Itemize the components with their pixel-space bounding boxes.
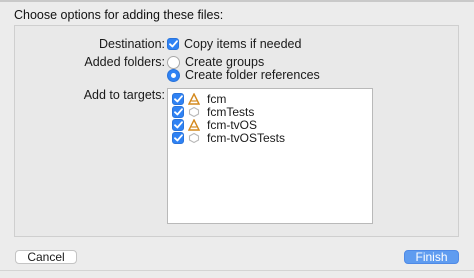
list-item[interactable]: fcm-tvOS: [172, 118, 257, 132]
create-groups-radio[interactable]: [167, 55, 180, 69]
target-checkbox[interactable]: [172, 132, 184, 144]
options-panel: Destination: Copy items if needed Added …: [14, 25, 459, 237]
list-item[interactable]: fcm: [172, 92, 226, 106]
target-name: fcm: [207, 92, 227, 106]
target-name: fcm-tvOS: [207, 118, 257, 132]
copy-items-label: Copy items if needed: [184, 37, 302, 51]
add-to-targets-label: Add to targets:: [83, 88, 165, 102]
destination-label: Destination:: [98, 37, 165, 51]
create-groups-label: Create groups: [185, 55, 265, 69]
target-name: fcm-tvOSTests: [207, 131, 286, 145]
target-checkbox[interactable]: [172, 119, 184, 131]
radio-dot: [171, 72, 176, 78]
add-files-sheet: Choose options for adding these files: D…: [0, 0, 474, 278]
copy-items-checkbox[interactable]: [167, 38, 179, 50]
target-checkbox[interactable]: [172, 93, 184, 105]
test-bundle-icon: [188, 106, 200, 118]
sheet-top-edge: [0, 0, 474, 2]
create-groups-radio-row[interactable]: Create groups: [167, 55, 264, 69]
sheet-bottom-divider: [0, 270, 474, 271]
checkmark-icon: [168, 40, 178, 48]
target-name: fcmTests: [207, 105, 255, 119]
added-folders-label: Added folders:: [84, 55, 165, 69]
target-checkbox[interactable]: [172, 106, 184, 118]
copy-items-checkbox-row[interactable]: Copy items if needed: [167, 37, 301, 51]
cancel-button[interactable]: Cancel: [15, 250, 77, 264]
app-icon: [188, 93, 200, 105]
finish-button[interactable]: Finish: [404, 250, 459, 264]
create-folder-references-label: Create folder references: [185, 68, 320, 82]
create-folder-references-radio[interactable]: [167, 68, 180, 82]
create-folder-references-radio-row[interactable]: Create folder references: [167, 68, 320, 82]
checkmark-icon: [173, 95, 183, 103]
checkmark-icon: [173, 108, 183, 116]
list-item[interactable]: fcm-tvOSTests: [172, 131, 285, 145]
checkmark-icon: [173, 134, 183, 142]
list-item[interactable]: fcmTests: [172, 105, 254, 119]
test-bundle-icon: [188, 132, 200, 144]
checkmark-icon: [173, 121, 183, 129]
app-icon: [188, 119, 200, 131]
sheet-title: Choose options for adding these files:: [14, 8, 224, 22]
targets-list[interactable]: fcm fcmTests fcm-tvOS fcm-tvOSTests: [167, 88, 373, 224]
